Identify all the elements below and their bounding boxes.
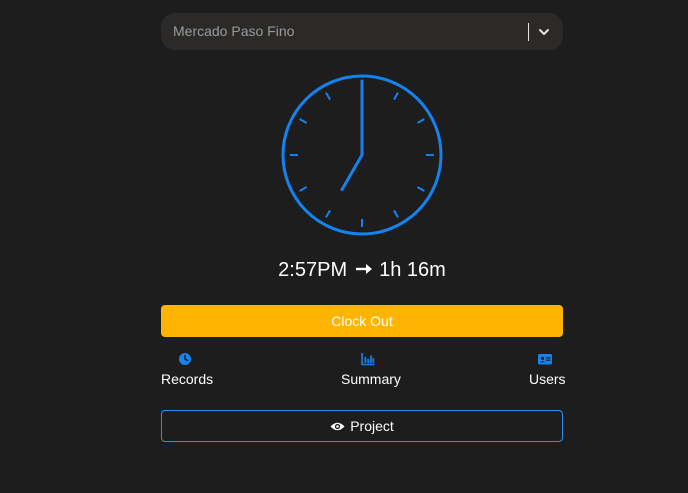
arrow-right-icon — [356, 263, 373, 274]
elapsed-duration: 1h 16m — [379, 259, 446, 281]
clock-tick — [325, 92, 331, 101]
clock-tick — [325, 209, 331, 218]
bar-chart-icon — [361, 353, 375, 366]
current-time: 2:57PM — [278, 259, 348, 281]
project-button[interactable]: Project — [161, 410, 563, 442]
nav-records[interactable]: Records — [161, 351, 221, 391]
nav-records-label: Records — [161, 371, 214, 387]
nav-summary-label: Summary — [341, 371, 401, 387]
clock-tick — [393, 209, 399, 218]
clock-tick — [299, 118, 308, 124]
id-card-icon — [538, 354, 552, 365]
project-select[interactable]: Mercado Paso Fino — [161, 13, 563, 50]
project-button-label: Project — [350, 418, 394, 434]
time-clock-panel: Mercado Paso Fino 2:57PM 1h 16m Clock Out… — [161, 0, 566, 493]
clock-out-button[interactable]: Clock Out — [161, 305, 563, 337]
analog-clock — [281, 74, 443, 236]
clock-tick — [416, 186, 425, 192]
nav-summary[interactable]: Summary — [331, 351, 401, 391]
clock-icon — [179, 353, 191, 365]
nav-users-label: Users — [529, 371, 566, 387]
eye-icon — [330, 422, 345, 431]
select-separator — [528, 23, 529, 41]
clock-tick — [299, 186, 308, 192]
chevron-down-icon[interactable] — [535, 23, 553, 41]
clock-tick — [416, 118, 425, 124]
clock-tick — [393, 92, 399, 101]
time-status: 2:57PM 1h 16m — [161, 256, 563, 284]
nav-users[interactable]: Users — [521, 351, 566, 391]
clock-hour-hand — [340, 153, 364, 192]
project-select-value: Mercado Paso Fino — [173, 23, 295, 39]
